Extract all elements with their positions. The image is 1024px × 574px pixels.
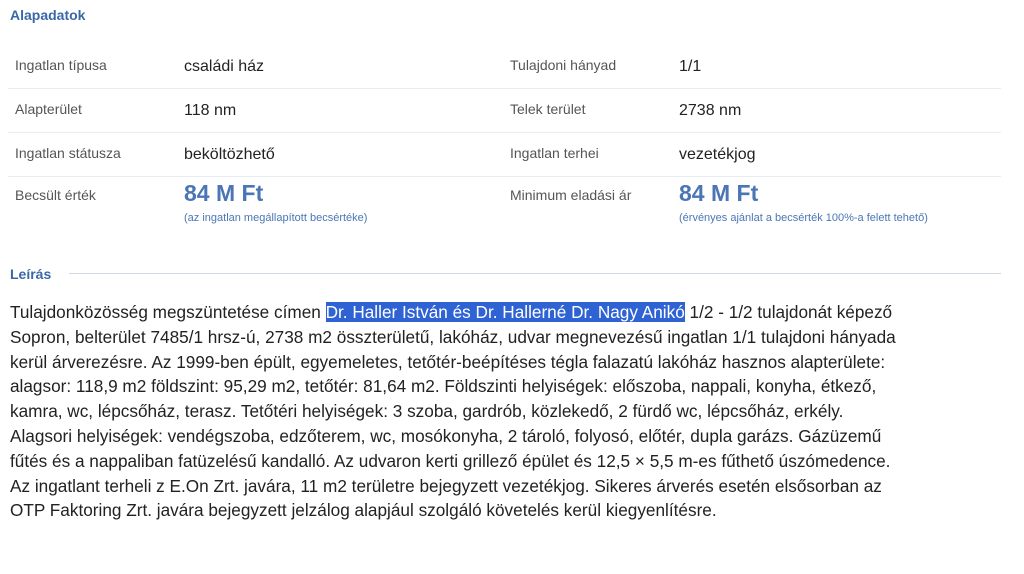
value-property-status: beköltözhető: [184, 146, 275, 163]
description-line: Alagsori helyiségek: vendégszoba, edzőte…: [10, 425, 882, 446]
value-estimated-value: 84 M Ft: [184, 180, 264, 206]
value-property-type: családi ház: [184, 58, 265, 75]
details-row: Ingatlan típusa családi ház Tulajdoni há…: [8, 44, 1001, 89]
label-property-status: Ingatlan státusza: [15, 145, 121, 161]
note-estimated-value: (az ingatlan megállapított becsértéke): [184, 212, 368, 224]
label-ownership-share: Tulajdoni hányad: [510, 57, 617, 73]
value-minimum-sale-price: 84 M Ft: [679, 180, 759, 206]
description-line: Tulajdonközösség megszüntetése címen Dr.…: [10, 300, 1010, 325]
description-line: OTP Faktoring Zrt. javára bejegyzett jel…: [10, 500, 717, 521]
details-row: Becsült érték 84 M Ft (az ingatlan megál…: [8, 176, 1001, 230]
description-line: fűtés és a nappaliban fatüzelésű kandall…: [10, 450, 891, 471]
description-line: alagsor: 118,9 m2 földszint: 95,29 m2, t…: [10, 376, 877, 397]
section-title-basic-data: Alapadatok: [10, 7, 86, 23]
label-minimum-sale-price: Minimum eladási ár: [510, 187, 632, 203]
value-ownership-share: 1/1: [679, 58, 702, 75]
section-title-description: Leírás: [10, 266, 52, 282]
highlighted-owner-names[interactable]: Dr. Haller István és Dr. Hallerné Dr. Na…: [325, 302, 685, 322]
description-line: kamra, wc, lépcsőház, terasz. Tetőtéri h…: [10, 401, 844, 422]
description-line: kerül árverezésre. Az 1999-ben épült, eg…: [10, 351, 886, 372]
value-plot-area: 2738 nm: [679, 102, 742, 119]
note-minimum-sale-price: (érvényes ajánlat a becsérték 100%-a fel…: [679, 212, 928, 224]
description-text-segment: Tulajdonközösség megszüntetése címen: [10, 302, 326, 322]
details-row: Alapterület 118 nm Telek terület 2738 nm: [8, 88, 1001, 133]
section-divider: [69, 273, 1001, 274]
label-encumbrances: Ingatlan terhei: [510, 145, 599, 161]
property-details-panel: Alapadatok Ingatlan típusa családi ház T…: [0, 0, 1024, 574]
value-floor-area: 118 nm: [184, 102, 237, 119]
details-row: Ingatlan státusza beköltözhető Ingatlan …: [8, 132, 1001, 177]
description-line: Sopron, belterület 7485/1 hrsz-ú, 2738 m…: [10, 326, 896, 347]
description-line: Az ingatlant terheli z E.On Zrt. javára,…: [10, 475, 882, 496]
label-estimated-value: Becsült érték: [15, 187, 96, 203]
label-plot-area: Telek terület: [510, 101, 586, 117]
description-text-segment: 1/2 - 1/2 tulajdonát képező: [684, 302, 893, 322]
label-property-type: Ingatlan típusa: [15, 57, 107, 73]
value-encumbrances: vezetékjog: [679, 146, 756, 163]
description-text: Tulajdonközösség megszüntetése címen Dr.…: [10, 300, 1010, 523]
label-floor-area: Alapterület: [15, 101, 82, 117]
